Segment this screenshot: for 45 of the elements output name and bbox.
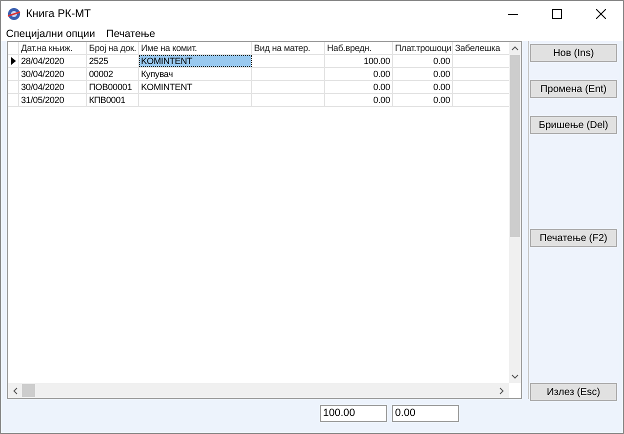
menu-item[interactable]: Печатење: [106, 28, 156, 40]
table-cell: 0.00: [393, 68, 453, 80]
vertical-scrollbar[interactable]: [509, 42, 521, 383]
table-cell: 0.00: [325, 68, 393, 80]
scroll-right-icon[interactable]: [499, 387, 505, 395]
table-cell: 0.00: [393, 55, 453, 67]
scroll-up-icon[interactable]: [511, 45, 519, 51]
table-cell: 31/05/2020: [19, 94, 87, 106]
scroll-down-icon[interactable]: [511, 374, 519, 380]
scroll-thumb[interactable]: [510, 55, 520, 237]
table-cell: 0.00: [393, 81, 453, 93]
table-cell: 0.00: [393, 94, 453, 106]
table-cell: 00002: [87, 68, 139, 80]
table-cell: KOMINTENT: [139, 81, 252, 93]
column-header[interactable]: Име на комит.: [139, 42, 252, 54]
action-button[interactable]: Печатење (F2): [530, 229, 617, 247]
action-button[interactable]: Промена (Ent): [530, 80, 617, 98]
column-header[interactable]: Дат.на књиж.: [19, 42, 87, 54]
scroll-thumb[interactable]: [22, 384, 35, 397]
table-cell: 28/04/2020: [19, 55, 87, 67]
column-header[interactable]: Број на док.: [87, 42, 139, 54]
column-header[interactable]: Плат.трошоци: [393, 42, 453, 54]
table-cell: ПОВ00001: [87, 81, 139, 93]
action-button[interactable]: Излез (Esc): [530, 383, 617, 401]
table-cell: 0.00: [325, 81, 393, 93]
scroll-left-icon[interactable]: [12, 387, 18, 395]
table-cell: 30/04/2020: [19, 68, 87, 80]
table-cell: Купувач: [139, 68, 252, 80]
table-cell: 100.00: [325, 55, 393, 67]
horizontal-scrollbar[interactable]: [8, 383, 509, 398]
table-cell: КПВ0001: [87, 94, 139, 106]
total-field[interactable]: 0.00: [392, 405, 459, 422]
close-icon[interactable]: [596, 8, 606, 18]
table-cell: 30/04/2020: [19, 81, 87, 93]
action-button[interactable]: Бришење (Del): [530, 116, 617, 134]
window-title: Книга РК-МТ: [26, 8, 92, 20]
action-button[interactable]: Нов (Ins): [530, 44, 617, 62]
table-cell: 0.00: [325, 94, 393, 106]
column-header[interactable]: Наб.вредн.: [325, 42, 393, 54]
maximize-icon[interactable]: [552, 8, 562, 18]
menu-item[interactable]: Специјални опции: [6, 28, 96, 40]
app-icon: [7, 6, 21, 20]
table-cell: KOMINTENT: [139, 55, 252, 67]
total-field[interactable]: 100.00: [320, 405, 387, 422]
column-header[interactable]: Вид на матер.: [252, 42, 325, 54]
